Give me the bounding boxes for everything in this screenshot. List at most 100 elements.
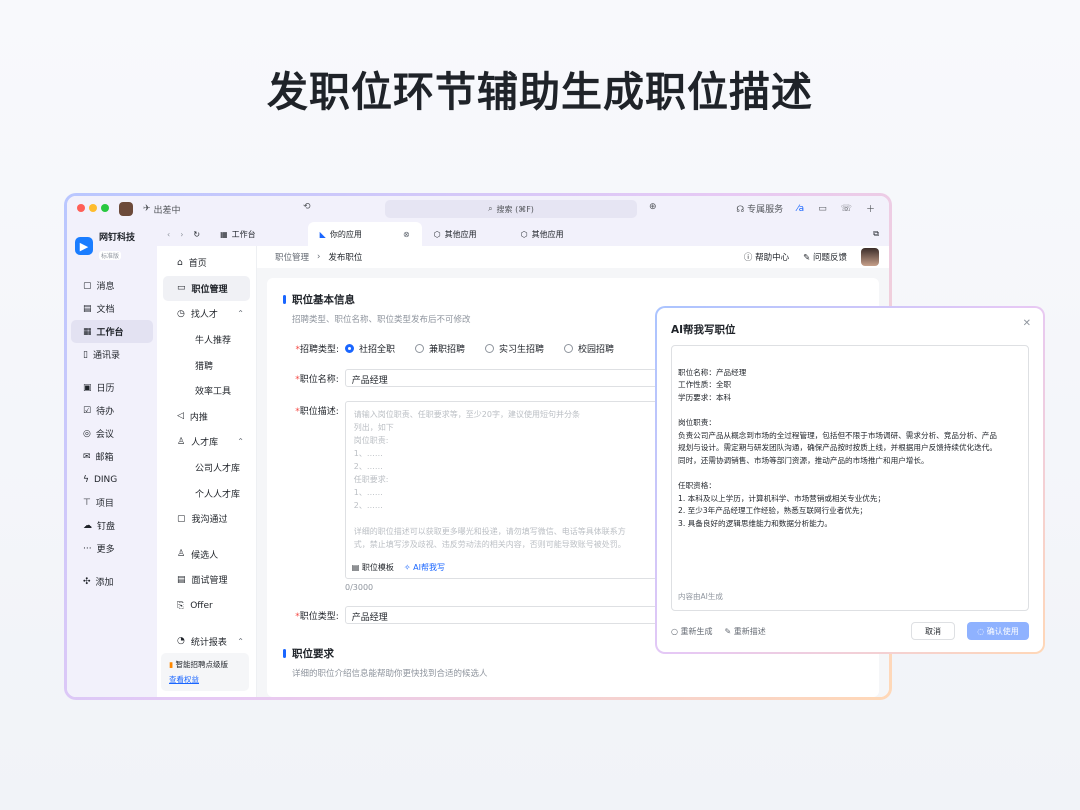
ai-content-textarea[interactable]: 职位名称：产品经理 工作性质：全职 学历要求：本科 岗位职责： 负责公司产品从概… xyxy=(671,345,1029,611)
nav-drive[interactable]: ☁ 钉盘 xyxy=(71,514,153,537)
nav-docs[interactable]: ▤ 文档 xyxy=(71,297,153,320)
nav-meeting[interactable]: ◎ 会议 xyxy=(71,422,153,445)
breadcrumb-parent[interactable]: 职位管理 xyxy=(275,251,309,263)
nav-label: 会议 xyxy=(95,430,114,440)
nav2-home[interactable]: ⌂ 首页 xyxy=(163,250,250,276)
nav2-company-pool[interactable]: 公司人才库 xyxy=(163,455,250,481)
chevron-up-icon: ⌃ xyxy=(237,636,244,646)
section-title: 职位基本信息 xyxy=(292,294,355,306)
status-plane-icon: ✈ xyxy=(143,204,151,214)
back-icon[interactable]: ‹ xyxy=(167,230,170,239)
nav2-talent-pool[interactable]: ♙ 人才库 ⌃ xyxy=(163,429,250,455)
translate-icon[interactable]: ⁄a xyxy=(797,204,804,214)
template-label: 职位模板 xyxy=(361,563,394,572)
contacts-icon: ▯ xyxy=(83,349,88,360)
tab-your-apps[interactable]: ◣ 你的应用 ⊗ xyxy=(307,222,422,246)
history-icon[interactable]: ⟲ xyxy=(303,202,311,212)
minimize-window-button[interactable] xyxy=(89,203,97,212)
recruit-nav: ⌂ 首页 ▭ 职位管理 ◷ 找人才 ⌃ 牛人推荐 猎聘 效率工具 ◁ 内推 ♙ 人才库 ⌃ 公… xyxy=(157,246,256,654)
redescribe-button[interactable]: ✎ 重新描述 xyxy=(725,626,766,637)
nav-calendar[interactable]: ▣ 日历 xyxy=(71,376,153,399)
edit-icon: ✎ xyxy=(803,253,811,263)
nav2-interview[interactable]: ▤ 面试管理 xyxy=(163,567,250,593)
add-app-icon: ✣ xyxy=(83,576,91,587)
refresh-icon: ○ xyxy=(671,626,678,636)
nav2-job-management[interactable]: ▭ 职位管理 xyxy=(163,275,250,302)
radio-intern[interactable]: 实习生招聘 xyxy=(485,342,544,355)
radio-label: 社招全职 xyxy=(359,345,396,355)
nav-messages[interactable]: ▢ 消息 xyxy=(71,274,153,297)
close-window-button[interactable] xyxy=(77,203,85,212)
ai-write-button[interactable]: ✧ AI帮我写 xyxy=(404,561,445,574)
nav-mail[interactable]: ✉ 邮箱 xyxy=(71,445,153,468)
maximize-window-button[interactable] xyxy=(101,203,109,212)
service-button[interactable]: ☊ 专属服务 xyxy=(736,202,783,215)
chevron-up-icon: ⌃ xyxy=(237,437,244,447)
nav2-headhunt[interactable]: 猎聘 xyxy=(163,352,250,378)
nav2-tools[interactable]: 效率工具 xyxy=(163,378,250,404)
nav-project[interactable]: ⊤ 项目 xyxy=(71,491,153,514)
confirm-use-button[interactable]: ◌ 确认使用 xyxy=(967,622,1029,640)
confirm-label: 确认使用 xyxy=(986,626,1019,636)
calendar-icon: ▣ xyxy=(83,382,92,393)
nav2-report[interactable]: ◔ 统计报表 ⌃ xyxy=(163,628,250,654)
radio-campus[interactable]: 校园招聘 xyxy=(564,342,614,355)
refresh-icon[interactable]: ↻ xyxy=(193,230,200,239)
nav2-candidates[interactable]: ♙ 候选人 xyxy=(163,542,250,568)
add-icon[interactable]: ＋ xyxy=(866,202,875,215)
primary-nav: ▢ 消息 ▤ 文档 ▦ 工作台 ▯ 通讯录 ▣ 日历 ☑ 待办 ◎ 会议 ✉ 邮箱 ϟ DING … xyxy=(67,266,157,593)
user-avatar[interactable] xyxy=(861,248,879,266)
nav-contacts[interactable]: ▯ 通讯录 xyxy=(71,343,153,366)
global-search[interactable]: ⌕ 搜索 (⌘F) xyxy=(385,200,637,218)
nav-workbench[interactable]: ▦ 工作台 xyxy=(71,320,153,343)
message-icon: ▢ xyxy=(83,280,92,291)
ai-content: 职位名称：产品经理 工作性质：全职 学历要求：本科 岗位职责： 负责公司产品从概… xyxy=(678,367,997,528)
nav2-personal-pool[interactable]: 个人人才库 xyxy=(163,480,250,506)
nav2-label: 牛人推荐 xyxy=(195,336,232,347)
nav-label: 项目 xyxy=(95,499,114,509)
bolt-icon: ϟ xyxy=(83,474,89,485)
person-icon: ♙ xyxy=(177,549,186,560)
status-text[interactable]: 出差中 xyxy=(154,203,181,216)
nav2-referral[interactable]: ◁ 内推 xyxy=(163,404,250,430)
plus-circle-icon[interactable]: ⊕ xyxy=(649,202,657,212)
feedback-button[interactable]: ✎ 问题反馈 xyxy=(803,251,847,263)
close-tab-icon[interactable]: ⊗ xyxy=(403,230,410,239)
nav-more[interactable]: ··· 更多 xyxy=(71,537,153,560)
nav-ding[interactable]: ϟ DING xyxy=(71,468,153,491)
tab-other-apps-2[interactable]: ⬡ 其他应用 xyxy=(509,222,576,246)
checkbox-icon: ☑ xyxy=(83,405,92,416)
mail-icon: ✉ xyxy=(83,451,91,462)
tab-workbench[interactable]: ▦ 工作台 xyxy=(208,222,268,246)
nav2-find-talent[interactable]: ◷ 找人才 ⌃ xyxy=(163,301,250,327)
cancel-button[interactable]: 取消 xyxy=(911,622,955,640)
nav2-label: 统计报表 xyxy=(190,637,227,648)
nav-label: 更多 xyxy=(96,545,115,555)
tab-other-apps[interactable]: ⬡ 其他应用 xyxy=(422,222,489,246)
edit-icon: ✎ xyxy=(724,626,732,636)
phone-icon[interactable]: ☏ xyxy=(841,204,852,214)
feedback-label: 问题反馈 xyxy=(812,253,847,263)
org-name: 网钉科技 xyxy=(99,233,136,243)
nav-todo[interactable]: ☑ 待办 xyxy=(71,399,153,422)
nav2-niu-recommend[interactable]: 牛人推荐 xyxy=(163,327,250,353)
nav-add[interactable]: ✣ 添加 xyxy=(71,570,153,593)
nav2-contacted[interactable]: ▢ 我沟通过 xyxy=(163,506,250,532)
template-button[interactable]: ▤ 职位模板 xyxy=(352,561,394,574)
help-center-button[interactable]: ⓘ 帮助中心 xyxy=(744,251,789,263)
briefcase-icon: ▭ xyxy=(177,283,186,294)
view-benefits-link[interactable]: 查看权益 xyxy=(169,674,241,685)
close-icon[interactable]: ✕ xyxy=(1023,318,1031,329)
tabs-overview-icon[interactable]: ⧉ xyxy=(873,229,879,239)
org-switcher[interactable]: ▶ 网钉科技 标准版 xyxy=(67,222,157,266)
forward-icon[interactable]: › xyxy=(180,230,183,239)
screen-icon[interactable]: ▭ xyxy=(818,204,827,214)
profile-avatar[interactable] xyxy=(119,202,133,216)
cloud-icon: ☁ xyxy=(83,520,92,531)
radio-social-fulltime[interactable]: 社招全职 xyxy=(345,342,395,355)
nav2-label: 找人才 xyxy=(190,310,218,321)
regenerate-button[interactable]: ○ 重新生成 xyxy=(671,626,713,637)
radio-parttime[interactable]: 兼职招聘 xyxy=(415,342,465,355)
upgrade-text: 智能招聘点级版 xyxy=(175,660,229,669)
nav2-offer[interactable]: ⎘ Offer xyxy=(163,593,250,619)
